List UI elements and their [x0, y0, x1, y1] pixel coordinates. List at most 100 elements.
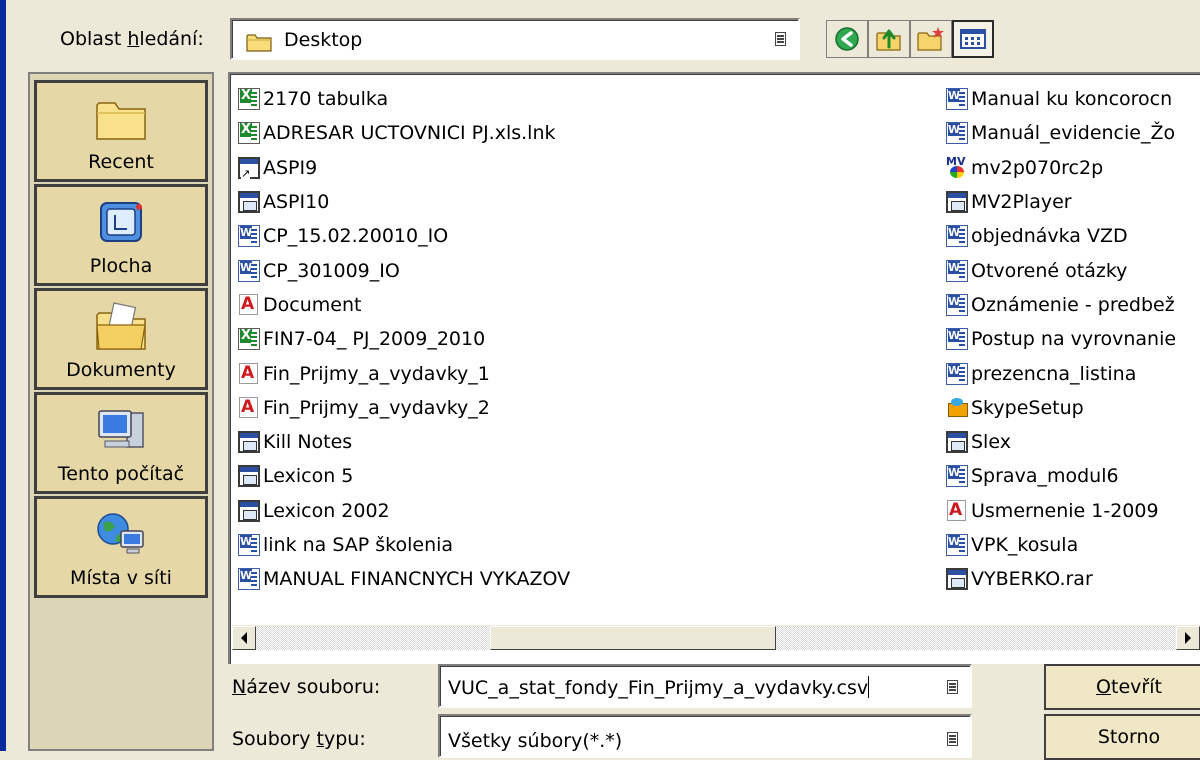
file-name: ASPI9	[263, 156, 318, 179]
file-list[interactable]: 2170 tabulka ADRESAR UCTOVNICI PJ.xls.lnk…	[228, 72, 1200, 664]
file-name: Document	[263, 293, 362, 316]
back-button[interactable]	[826, 20, 868, 58]
file-item[interactable]: 2170 tabulka	[238, 82, 570, 116]
file-item[interactable]: Fin_Prijmy_a_vydavky_2	[238, 391, 570, 425]
place-my-computer[interactable]: Tento počítač	[34, 392, 208, 494]
file-item[interactable]: objednávka VZD	[946, 219, 1176, 253]
place-documents[interactable]: Dokumenty	[34, 288, 208, 390]
recent-folder-icon	[96, 102, 146, 140]
xls-file-icon	[238, 88, 260, 111]
file-item[interactable]: Document	[238, 288, 570, 322]
scroll-right-button[interactable]	[1176, 626, 1200, 650]
up-folder-icon	[876, 29, 901, 51]
file-item[interactable]: Fin_Prijmy_a_vydavky_1	[238, 356, 570, 390]
lookin-combobox[interactable]: Desktop	[230, 18, 800, 60]
lookin-label: Oblast hledání:	[60, 28, 204, 50]
filename-input[interactable]: VUC_a_stat_fondy_Fin_Prijmy_a_vydavky.cs…	[448, 676, 870, 699]
file-item[interactable]: Manual ku koncorocn	[946, 82, 1176, 116]
file-name: Manual ku koncorocn	[971, 88, 1173, 111]
doc-file-icon	[238, 225, 260, 248]
pdf-file-icon	[238, 362, 260, 385]
place-desktop[interactable]: Plocha	[34, 184, 208, 286]
file-item[interactable]: Slex	[946, 425, 1176, 459]
file-name: VYBERKO.rar	[971, 568, 1093, 591]
filename-label: Název souboru:	[232, 676, 381, 698]
file-name: Lexicon 2002	[263, 499, 390, 522]
file-name: 2170 tabulka	[263, 88, 389, 111]
doc-file-icon	[946, 225, 968, 248]
app-file-icon	[238, 465, 260, 488]
file-name: FIN7-04_ PJ_2009_2010	[263, 328, 486, 351]
file-name: Otvorené otázky	[971, 259, 1128, 282]
file-name: Manuál_evidencie_Žo	[971, 122, 1176, 145]
file-item[interactable]: link na SAP školenia	[238, 528, 570, 562]
file-item[interactable]: Manuál_evidencie_Žo	[946, 116, 1176, 150]
file-name: Usmernenie 1-2009	[971, 499, 1159, 522]
file-item[interactable]: Oznámenie - predbež	[946, 288, 1176, 322]
new-folder-button[interactable]	[910, 20, 952, 58]
pdf-file-icon	[238, 396, 260, 419]
filetype-combobox[interactable]: Všetky súbory(*.*)	[438, 714, 972, 758]
file-item[interactable]: Usmernenie 1-2009	[946, 494, 1176, 528]
scrollbar-thumb[interactable]	[490, 626, 776, 650]
file-name: MV2Player	[971, 191, 1072, 214]
app-file-icon	[238, 431, 260, 454]
doc-file-icon	[238, 259, 260, 282]
place-recent[interactable]: Recent	[34, 80, 208, 182]
file-name: SkypeSetup	[971, 396, 1084, 419]
doc-file-icon	[946, 534, 968, 556]
doc-file-icon	[238, 534, 260, 556]
app-file-icon	[238, 191, 260, 214]
my-computer-icon	[98, 410, 144, 448]
file-item[interactable]: SkypeSetup	[946, 391, 1176, 425]
skype-file-icon	[946, 397, 968, 419]
dropdown-icon	[774, 32, 786, 46]
file-item[interactable]: Postup na vyrovnanie	[946, 322, 1176, 356]
file-item[interactable]: Lexicon 2002	[238, 494, 570, 528]
file-item[interactable]: Lexicon 5	[238, 459, 570, 493]
cancel-button[interactable]: Storno	[1044, 714, 1200, 760]
filetype-dropdown-button[interactable]	[938, 724, 966, 754]
file-name: VPK_kosula	[971, 534, 1079, 556]
place-network[interactable]: Místa v síti	[34, 496, 208, 598]
doc-file-icon	[946, 328, 968, 351]
view-menu-button[interactable]	[952, 20, 994, 58]
file-item[interactable]: Sprava_modul6	[946, 459, 1176, 493]
file-name: CP_301009_IO	[263, 259, 400, 282]
file-item[interactable]: MANUAL FINANCNYCH VYKAZOV	[238, 562, 570, 596]
filename-combobox[interactable]: VUC_a_stat_fondy_Fin_Prijmy_a_vydavky.cs…	[438, 664, 972, 708]
app-file-icon	[238, 499, 260, 522]
file-item[interactable]: MV2Player	[946, 185, 1176, 219]
file-name: Slex	[971, 431, 1011, 454]
up-folder-button[interactable]	[868, 20, 910, 58]
mv-file-icon	[946, 155, 968, 179]
file-name: ASPI10	[263, 191, 330, 214]
dropdown-icon	[946, 680, 958, 694]
xls-file-icon	[238, 328, 260, 351]
file-item[interactable]: FIN7-04_ PJ_2009_2010	[238, 322, 570, 356]
doc-file-icon	[946, 293, 968, 316]
open-button[interactable]: Otevřít	[1044, 664, 1200, 710]
horizontal-scrollbar[interactable]	[232, 625, 1200, 650]
text-caret	[868, 676, 870, 698]
file-name: Sprava_modul6	[971, 465, 1119, 488]
lookin-dropdown-button[interactable]	[766, 24, 794, 54]
file-item[interactable]: ADRESAR UCTOVNICI PJ.xls.lnk	[238, 116, 570, 150]
file-item[interactable]: ASPI9	[238, 151, 570, 185]
file-item[interactable]: Otvorené otázky	[946, 253, 1176, 287]
left-arrow-icon	[241, 632, 247, 644]
file-name: link na SAP školenia	[263, 534, 454, 556]
file-item[interactable]: CP_301009_IO	[238, 253, 570, 287]
scroll-left-button[interactable]	[232, 626, 256, 650]
new-folder-icon	[917, 27, 944, 51]
file-item[interactable]: VPK_kosula	[946, 528, 1176, 562]
file-item[interactable]: CP_15.02.20010_IO	[238, 219, 570, 253]
filetype-label: Soubory typu:	[232, 728, 366, 750]
file-item[interactable]: VYBERKO.rar	[946, 562, 1176, 596]
file-item[interactable]: ASPI10	[238, 185, 570, 219]
file-item[interactable]: Kill Notes	[238, 425, 570, 459]
app-file-icon	[946, 191, 968, 214]
filename-dropdown-button[interactable]	[938, 672, 966, 702]
file-item[interactable]: prezencna_listina	[946, 356, 1176, 390]
file-item[interactable]: mv2p070rc2p	[946, 151, 1176, 185]
